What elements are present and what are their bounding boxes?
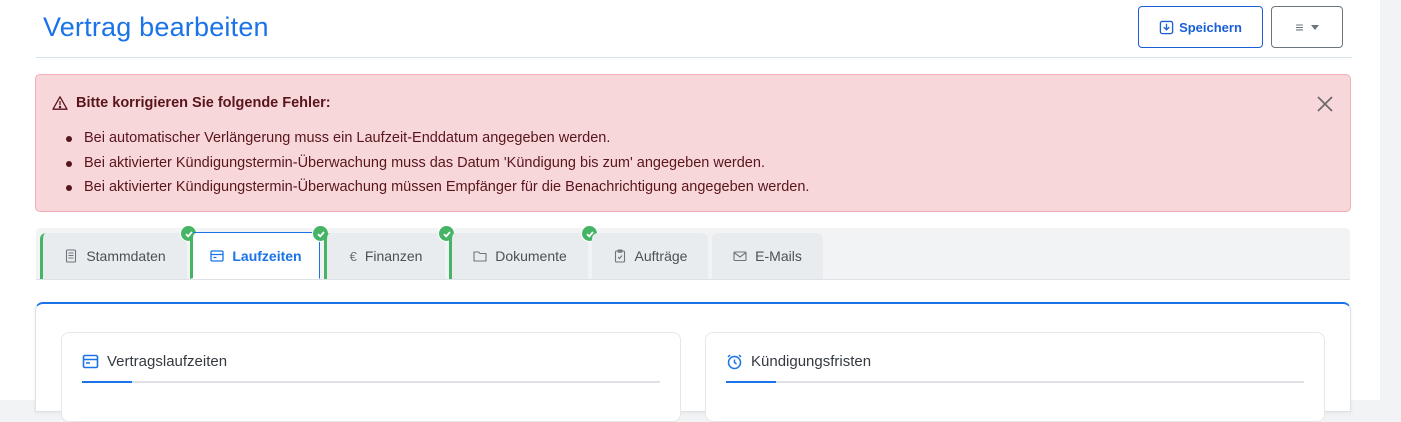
save-button[interactable]: Speichern xyxy=(1138,6,1263,48)
page-title: Vertrag bearbeiten xyxy=(43,12,269,42)
card-divider-accent xyxy=(726,381,776,383)
caret-down-icon xyxy=(1310,24,1319,30)
warning-icon xyxy=(52,96,68,110)
tab-dokumente[interactable]: Dokumente xyxy=(449,225,598,279)
tab-finanzen[interactable]: € Finanzen xyxy=(324,225,455,279)
page: Vertrag bearbeiten Speichern ≡ Bitte kor… xyxy=(0,0,1380,422)
tab-content-panel: Vertragslaufzeiten Kündigungsfristen xyxy=(35,302,1351,422)
folder-icon xyxy=(473,251,487,262)
tab-label: Laufzeiten xyxy=(232,247,302,264)
tab-label: Finanzen xyxy=(364,248,423,264)
tab-stammdaten[interactable]: Stammdaten xyxy=(40,225,197,279)
tab-laufzeiten[interactable]: Laufzeiten xyxy=(190,225,329,279)
card-vertragslaufzeiten: Vertragslaufzeiten xyxy=(61,332,681,422)
tab-emails[interactable]: E-Mails xyxy=(712,233,823,279)
card-divider xyxy=(726,381,1304,383)
scrollbar-track[interactable] xyxy=(1380,0,1401,400)
alarm-clock-icon xyxy=(727,354,742,370)
tab-label: Dokumente xyxy=(495,248,567,264)
clipboard-icon xyxy=(614,249,625,263)
alert-heading: Bitte korrigieren Sie folgende Fehler: xyxy=(52,95,331,111)
tab-label: Aufträge xyxy=(634,248,688,264)
error-alert: Bitte korrigieren Sie folgende Fehler: B… xyxy=(35,74,1351,212)
euro-icon: € xyxy=(349,248,357,264)
card-divider-accent xyxy=(82,381,132,383)
card-title-text: Vertragslaufzeiten xyxy=(107,353,228,370)
card-title: Kündigungsfristen xyxy=(726,353,871,370)
close-icon[interactable] xyxy=(1314,93,1336,115)
calendar-icon xyxy=(82,354,99,369)
card-title: Vertragslaufzeiten xyxy=(82,353,227,370)
card-title-text: Kündigungsfristen xyxy=(751,353,872,370)
error-item: Bei automatischer Verlängerung muss ein … xyxy=(66,126,809,151)
menu-icon: ≡ xyxy=(1295,19,1304,35)
alert-heading-text: Bitte korrigieren Sie folgende Fehler: xyxy=(76,95,331,111)
calendar-icon xyxy=(210,249,225,262)
save-icon xyxy=(1159,20,1174,34)
tab-bar: Stammdaten Laufzeiten € Finanzen Dokumen… xyxy=(36,225,1350,280)
tab-label: E-Mails xyxy=(755,248,802,264)
page-header: Vertrag bearbeiten Speichern ≡ xyxy=(36,0,1352,58)
actions-menu-button[interactable]: ≡ xyxy=(1271,6,1343,48)
envelope-icon xyxy=(733,251,747,262)
tab-auftraege[interactable]: Aufträge xyxy=(592,233,708,279)
card-divider xyxy=(82,381,660,383)
error-list: Bei automatischer Verlängerung muss ein … xyxy=(66,126,809,200)
error-item: Bei aktivierter Kündigungstermin-Überwac… xyxy=(66,151,809,176)
save-button-label: Speichern xyxy=(1179,19,1242,35)
card-kuendigungsfristen: Kündigungsfristen xyxy=(705,332,1325,422)
document-icon xyxy=(66,249,77,263)
error-item: Bei aktivierter Kündigungstermin-Überwac… xyxy=(66,175,809,200)
tab-label: Stammdaten xyxy=(86,248,166,264)
